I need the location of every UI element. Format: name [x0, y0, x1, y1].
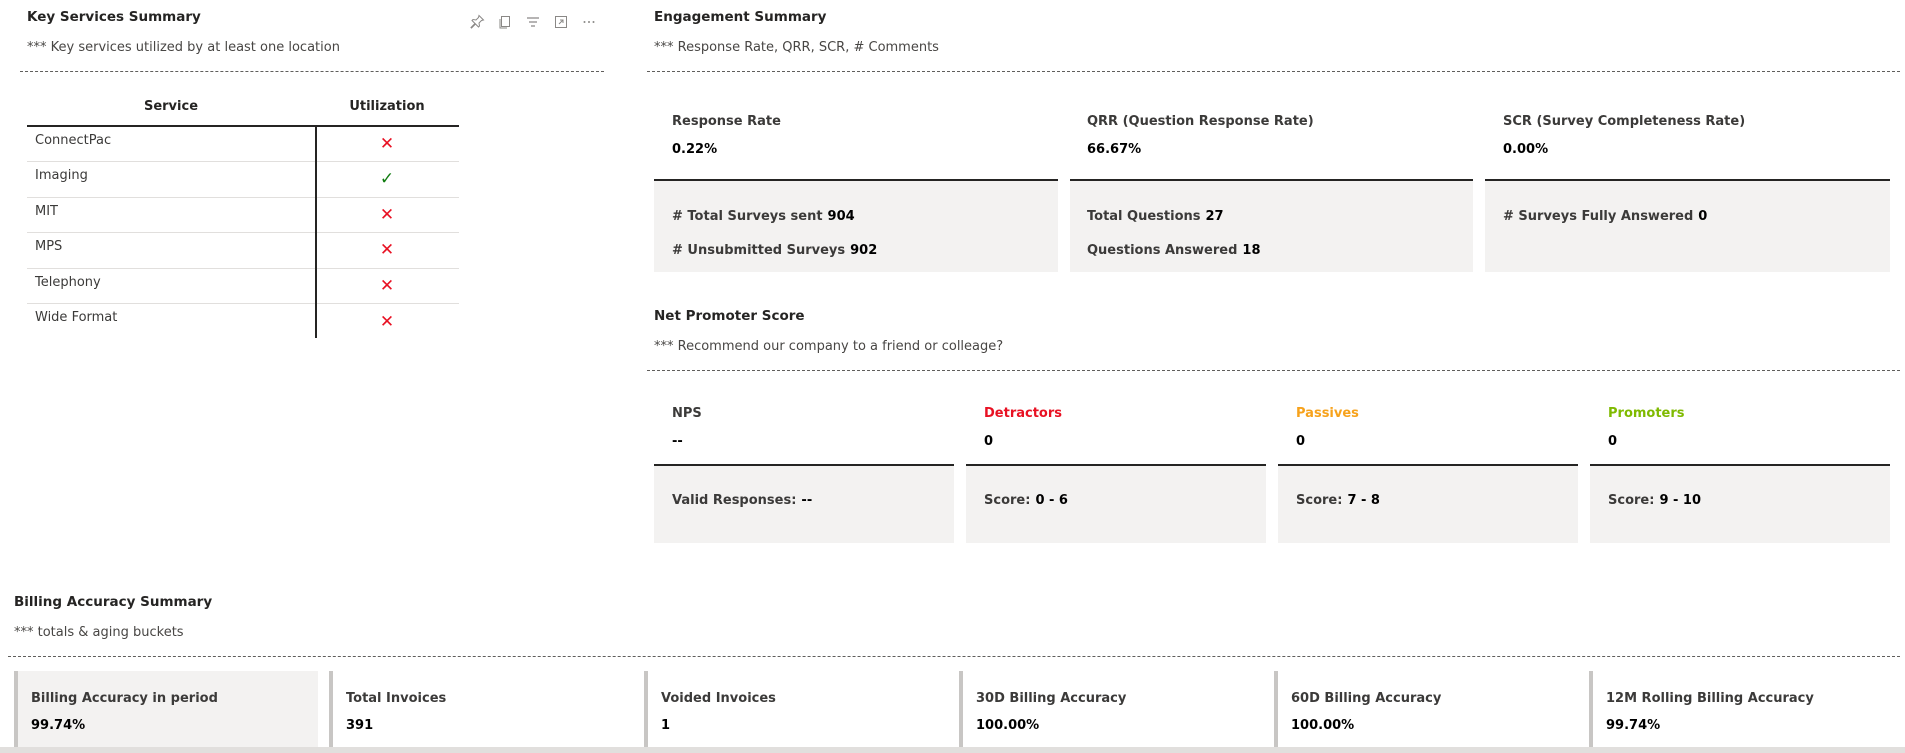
- card-value: 99.74%: [1606, 718, 1661, 733]
- utilized-check-icon: ✓: [379, 169, 395, 190]
- detail-row: Score: 7 - 8: [1296, 493, 1380, 508]
- key-services-subtitle: *** Key services utilized by at least on…: [27, 40, 340, 55]
- engagement-subtitle: *** Response Rate, QRR, SCR, # Comments: [654, 40, 939, 55]
- card-value: 0: [984, 434, 994, 449]
- detail-row: Valid Responses: --: [672, 493, 813, 508]
- billing-title: Billing Accuracy Summary: [14, 594, 213, 610]
- promoters-details: Score: 9 - 10: [1590, 466, 1890, 543]
- card-label: SCR (Survey Completeness Rate): [1503, 114, 1746, 129]
- service-name: Telephony: [27, 268, 315, 304]
- table-row: Imaging ✓: [27, 161, 459, 198]
- card-value: 0: [1608, 434, 1618, 449]
- key-services-title: Key Services Summary: [27, 9, 201, 25]
- service-name: ConnectPac: [27, 126, 315, 162]
- table-column-divider: [315, 126, 317, 338]
- qrr-details: Total Questions 27 Questions Answered 18: [1070, 181, 1473, 272]
- card-value: 100.00%: [1291, 718, 1355, 733]
- service-name: Imaging: [27, 161, 315, 198]
- pin-icon[interactable]: [469, 14, 485, 30]
- card-label: Response Rate: [672, 114, 781, 129]
- more-options-icon[interactable]: [581, 14, 597, 30]
- detail-row: # Unsubmitted Surveys 902: [672, 243, 878, 258]
- table-row: MPS ✕: [27, 232, 459, 269]
- card-label: Billing Accuracy in period: [31, 691, 218, 706]
- copy-icon[interactable]: [497, 14, 513, 30]
- card-label: QRR (Question Response Rate): [1087, 114, 1314, 129]
- detail-row: Questions Answered 18: [1087, 243, 1261, 258]
- detail-row: # Total Surveys sent 904: [672, 209, 855, 224]
- not-utilized-icon: ✕: [379, 311, 395, 332]
- card-value: 0.22%: [672, 142, 718, 157]
- not-utilized-icon: ✕: [379, 240, 395, 261]
- nps-details: Valid Responses: --: [654, 466, 954, 543]
- card-label: Detractors: [984, 406, 1063, 421]
- detail-row: # Surveys Fully Answered 0: [1503, 209, 1708, 224]
- card-value: --: [672, 434, 683, 449]
- card-value: 66.67%: [1087, 142, 1142, 157]
- billing-subtitle: *** totals & aging buckets: [14, 625, 184, 640]
- passives-details: Score: 7 - 8: [1278, 466, 1578, 543]
- table-row: Telephony ✕: [27, 268, 459, 304]
- 60d-billing-accuracy-card: 60D Billing Accuracy 100.00%: [1274, 671, 1578, 753]
- detail-row: Score: 0 - 6: [984, 493, 1068, 508]
- card-label: Total Invoices: [346, 691, 447, 706]
- response-rate-details: # Total Surveys sent 904 # Unsubmitted Su…: [654, 181, 1058, 272]
- engagement-divider: [647, 71, 1900, 72]
- card-label: 12M Rolling Billing Accuracy: [1606, 691, 1814, 706]
- card-label: NPS: [672, 406, 702, 421]
- billing-accuracy-card: Billing Accuracy in period 99.74%: [14, 671, 318, 753]
- card-value: 0.00%: [1503, 142, 1549, 157]
- table-row: Wide Format ✕: [27, 304, 459, 340]
- card-label: Passives: [1296, 406, 1359, 421]
- table-row: ConnectPac ✕: [27, 126, 459, 162]
- service-name: MPS: [27, 232, 315, 269]
- card-value: 99.74%: [31, 718, 86, 733]
- service-name: Wide Format: [35, 310, 118, 325]
- nps-subtitle: *** Recommend our company to a friend or…: [654, 339, 1004, 354]
- card-value: 100.00%: [976, 718, 1040, 733]
- key-services-divider: [20, 71, 604, 72]
- scr-details: # Surveys Fully Answered 0: [1485, 181, 1890, 272]
- not-utilized-icon: ✕: [379, 275, 395, 296]
- card-label: Promoters: [1608, 406, 1685, 421]
- nps-title: Net Promoter Score: [654, 308, 805, 324]
- 30d-billing-accuracy-card: 30D Billing Accuracy 100.00%: [959, 671, 1263, 753]
- not-utilized-icon: ✕: [379, 134, 395, 154]
- engagement-title: Engagement Summary: [654, 9, 827, 25]
- service-name: MIT: [27, 197, 315, 233]
- card-value: 1: [661, 718, 671, 733]
- key-services-table: Service Utilization ConnectPac ✕ Imaging…: [27, 88, 459, 339]
- table-row: MIT ✕: [27, 197, 459, 233]
- total-invoices-card: Total Invoices 391: [329, 671, 633, 753]
- nps-divider: [647, 370, 1900, 371]
- column-header-utilization[interactable]: Utilization: [315, 88, 459, 127]
- 12m-rolling-billing-accuracy-card: 12M Rolling Billing Accuracy 99.74%: [1589, 671, 1893, 753]
- not-utilized-icon: ✕: [379, 204, 395, 225]
- detail-row: Score: 9 - 10: [1608, 493, 1702, 508]
- filter-icon[interactable]: [525, 14, 541, 30]
- card-value: 0: [1296, 434, 1306, 449]
- horizontal-scrollbar[interactable]: [0, 747, 1905, 753]
- column-header-service[interactable]: Service: [27, 88, 315, 127]
- detail-row: Total Questions 27: [1087, 209, 1224, 224]
- card-value: 391: [346, 718, 374, 733]
- card-label: 60D Billing Accuracy: [1291, 691, 1442, 706]
- card-label: 30D Billing Accuracy: [976, 691, 1127, 706]
- focus-mode-icon[interactable]: [553, 14, 569, 30]
- billing-divider: [8, 656, 1900, 657]
- detractors-details: Score: 0 - 6: [966, 466, 1266, 543]
- card-label: Voided Invoices: [661, 691, 776, 706]
- voided-invoices-card: Voided Invoices 1: [644, 671, 948, 753]
